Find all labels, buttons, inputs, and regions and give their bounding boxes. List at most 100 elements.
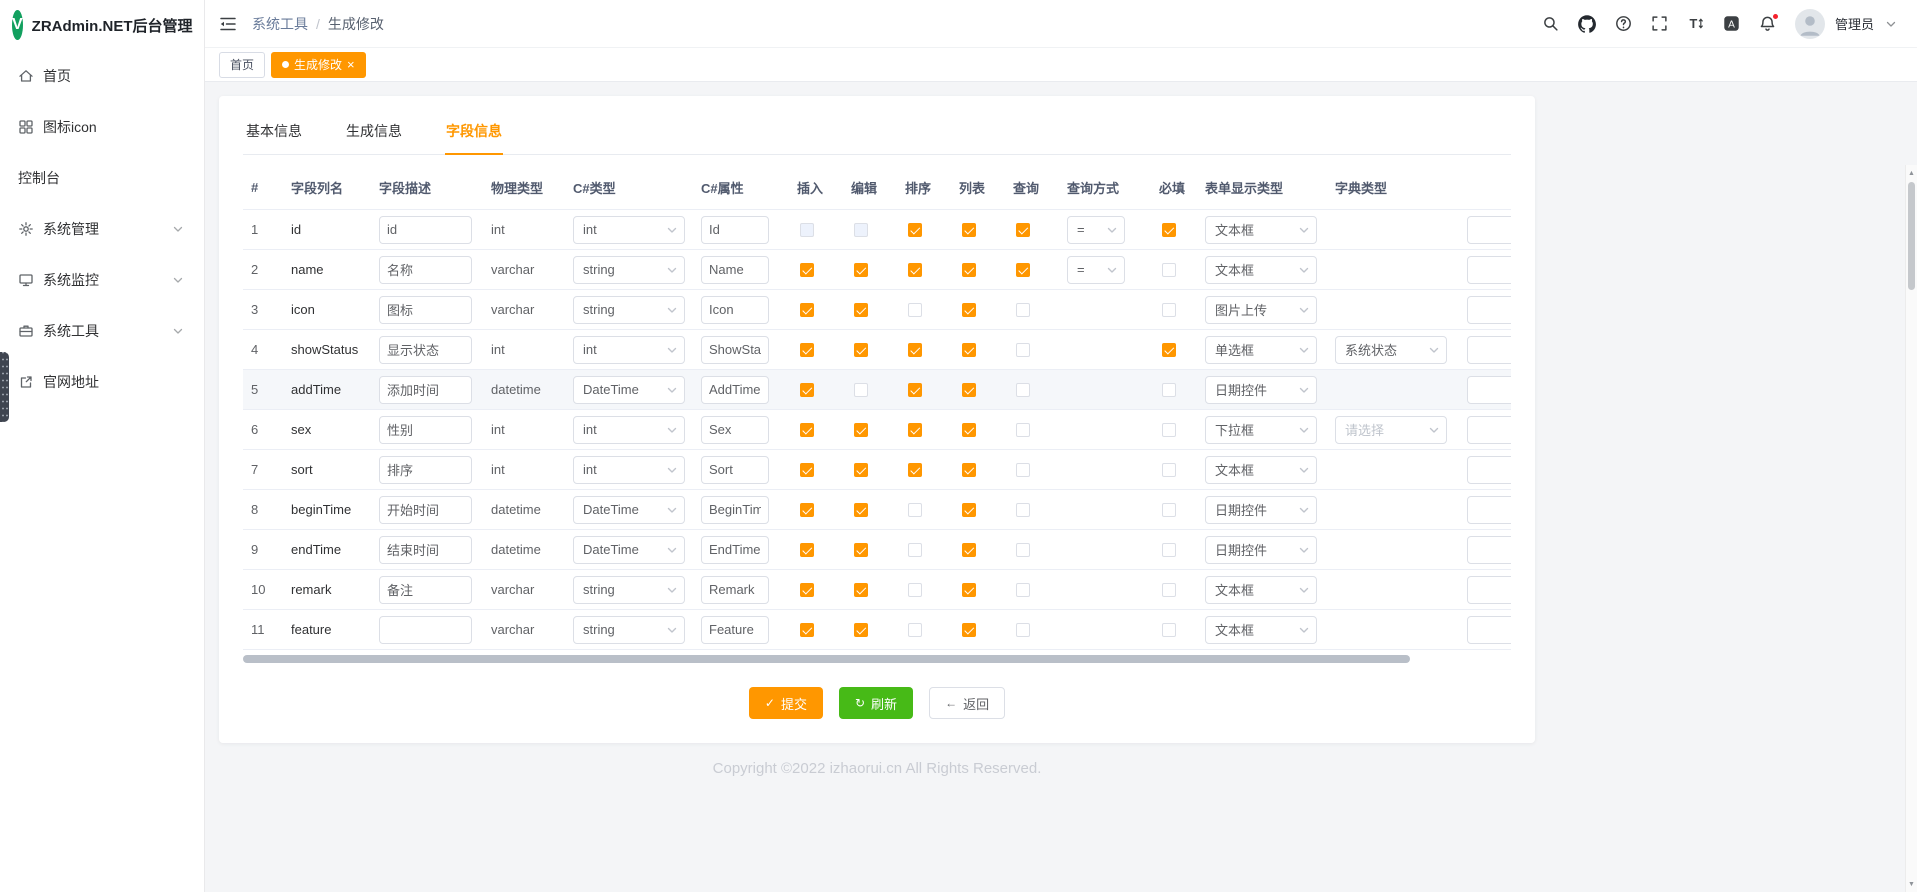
list-checkbox[interactable]	[962, 463, 976, 477]
sort-checkbox[interactable]	[908, 543, 922, 557]
field-desc-input[interactable]	[379, 416, 472, 444]
submit-button[interactable]: ✓ 提交	[749, 687, 823, 719]
field-desc-input[interactable]	[379, 216, 472, 244]
required-checkbox[interactable]	[1162, 623, 1176, 637]
csharp-prop-input[interactable]	[701, 496, 769, 524]
sort-checkbox[interactable]	[908, 503, 922, 517]
sidebar-fold-icon[interactable]	[219, 16, 237, 32]
edit-checkbox[interactable]	[854, 503, 868, 517]
edit-checkbox[interactable]	[854, 383, 868, 397]
field-desc-input[interactable]	[379, 296, 472, 324]
field-desc-input[interactable]	[379, 336, 472, 364]
extra-input[interactable]	[1467, 416, 1511, 444]
query-checkbox[interactable]	[1016, 303, 1030, 317]
insert-checkbox[interactable]	[800, 503, 814, 517]
list-checkbox[interactable]	[962, 223, 976, 237]
query-checkbox[interactable]	[1016, 503, 1030, 517]
query-checkbox[interactable]	[1016, 543, 1030, 557]
query-checkbox[interactable]	[1016, 423, 1030, 437]
extra-input[interactable]	[1467, 256, 1511, 284]
query-checkbox[interactable]	[1016, 583, 1030, 597]
field-desc-input[interactable]	[379, 616, 472, 644]
query-mode-select[interactable]: =	[1067, 216, 1125, 244]
insert-checkbox[interactable]	[800, 423, 814, 437]
extra-input[interactable]	[1467, 576, 1511, 604]
required-checkbox[interactable]	[1162, 263, 1176, 277]
back-button[interactable]: ← 返回	[929, 687, 1005, 719]
csharp-type-select[interactable]: int	[573, 456, 685, 484]
display-type-select[interactable]: 日期控件	[1205, 376, 1317, 404]
sort-checkbox[interactable]	[908, 383, 922, 397]
csharp-prop-input[interactable]	[701, 616, 769, 644]
sort-checkbox[interactable]	[908, 343, 922, 357]
required-checkbox[interactable]	[1162, 463, 1176, 477]
query-mode-select[interactable]: =	[1067, 256, 1125, 284]
edit-checkbox[interactable]	[854, 263, 868, 277]
insert-checkbox[interactable]	[800, 583, 814, 597]
insert-checkbox[interactable]	[800, 543, 814, 557]
field-desc-input[interactable]	[379, 496, 472, 524]
field-desc-input[interactable]	[379, 376, 472, 404]
avatar[interactable]	[1795, 9, 1825, 39]
csharp-prop-input[interactable]	[701, 296, 769, 324]
edit-checkbox[interactable]	[854, 303, 868, 317]
query-checkbox[interactable]	[1016, 223, 1030, 237]
sidebar-item-system-manage[interactable]: 系统管理	[0, 203, 204, 254]
query-checkbox[interactable]	[1016, 623, 1030, 637]
sidebar-item-website[interactable]: 官网地址	[0, 356, 204, 407]
tab-生成信息[interactable]: 生成信息	[345, 108, 403, 155]
extra-input[interactable]	[1467, 536, 1511, 564]
edit-checkbox[interactable]	[854, 223, 868, 237]
list-checkbox[interactable]	[962, 543, 976, 557]
list-checkbox[interactable]	[962, 383, 976, 397]
required-checkbox[interactable]	[1162, 503, 1176, 517]
insert-checkbox[interactable]	[800, 223, 814, 237]
display-type-select[interactable]: 文本框	[1205, 216, 1317, 244]
user-name[interactable]: 管理员	[1835, 14, 1874, 33]
list-checkbox[interactable]	[962, 303, 976, 317]
query-checkbox[interactable]	[1016, 383, 1030, 397]
list-checkbox[interactable]	[962, 583, 976, 597]
font-size-icon[interactable]: T	[1687, 15, 1704, 32]
required-checkbox[interactable]	[1162, 303, 1176, 317]
query-checkbox[interactable]	[1016, 463, 1030, 477]
required-checkbox[interactable]	[1162, 383, 1176, 397]
refresh-button[interactable]: ↻ 刷新	[839, 687, 913, 719]
extra-input[interactable]	[1467, 376, 1511, 404]
display-type-select[interactable]: 文本框	[1205, 256, 1317, 284]
csharp-type-select[interactable]: string	[573, 296, 685, 324]
sidebar-item-icons[interactable]: 图标icon	[0, 101, 204, 152]
language-icon[interactable]: A	[1723, 15, 1740, 32]
extra-input[interactable]	[1467, 616, 1511, 644]
csharp-prop-input[interactable]	[701, 216, 769, 244]
display-type-select[interactable]: 文本框	[1205, 616, 1317, 644]
csharp-type-select[interactable]: int	[573, 416, 685, 444]
sort-checkbox[interactable]	[908, 583, 922, 597]
sort-checkbox[interactable]	[908, 303, 922, 317]
required-checkbox[interactable]	[1162, 583, 1176, 597]
list-checkbox[interactable]	[962, 263, 976, 277]
csharp-type-select[interactable]: int	[573, 336, 685, 364]
fullscreen-icon[interactable]	[1651, 15, 1668, 32]
required-checkbox[interactable]	[1162, 343, 1176, 357]
sort-checkbox[interactable]	[908, 263, 922, 277]
dict-type-select[interactable]: 请选择	[1335, 416, 1447, 444]
csharp-prop-input[interactable]	[701, 576, 769, 604]
tag-生成修改[interactable]: 生成修改×	[271, 52, 366, 78]
insert-checkbox[interactable]	[800, 343, 814, 357]
sort-checkbox[interactable]	[908, 423, 922, 437]
theme-drawer-handle[interactable]	[0, 352, 9, 422]
extra-input[interactable]	[1467, 296, 1511, 324]
sidebar-item-console[interactable]: 控制台	[0, 152, 204, 203]
query-checkbox[interactable]	[1016, 343, 1030, 357]
close-icon[interactable]: ×	[347, 58, 355, 71]
sidebar-item-system-monitor[interactable]: 系统监控	[0, 254, 204, 305]
vertical-scrollbar-thumb[interactable]	[1908, 182, 1915, 290]
edit-checkbox[interactable]	[854, 623, 868, 637]
scroll-up-arrow[interactable]: ▲	[1906, 167, 1917, 179]
edit-checkbox[interactable]	[854, 423, 868, 437]
csharp-prop-input[interactable]	[701, 336, 769, 364]
horizontal-scrollbar-thumb[interactable]	[243, 655, 1410, 663]
vertical-scrollbar[interactable]: ▲ ▼	[1905, 165, 1917, 892]
bell-icon[interactable]	[1759, 15, 1776, 32]
